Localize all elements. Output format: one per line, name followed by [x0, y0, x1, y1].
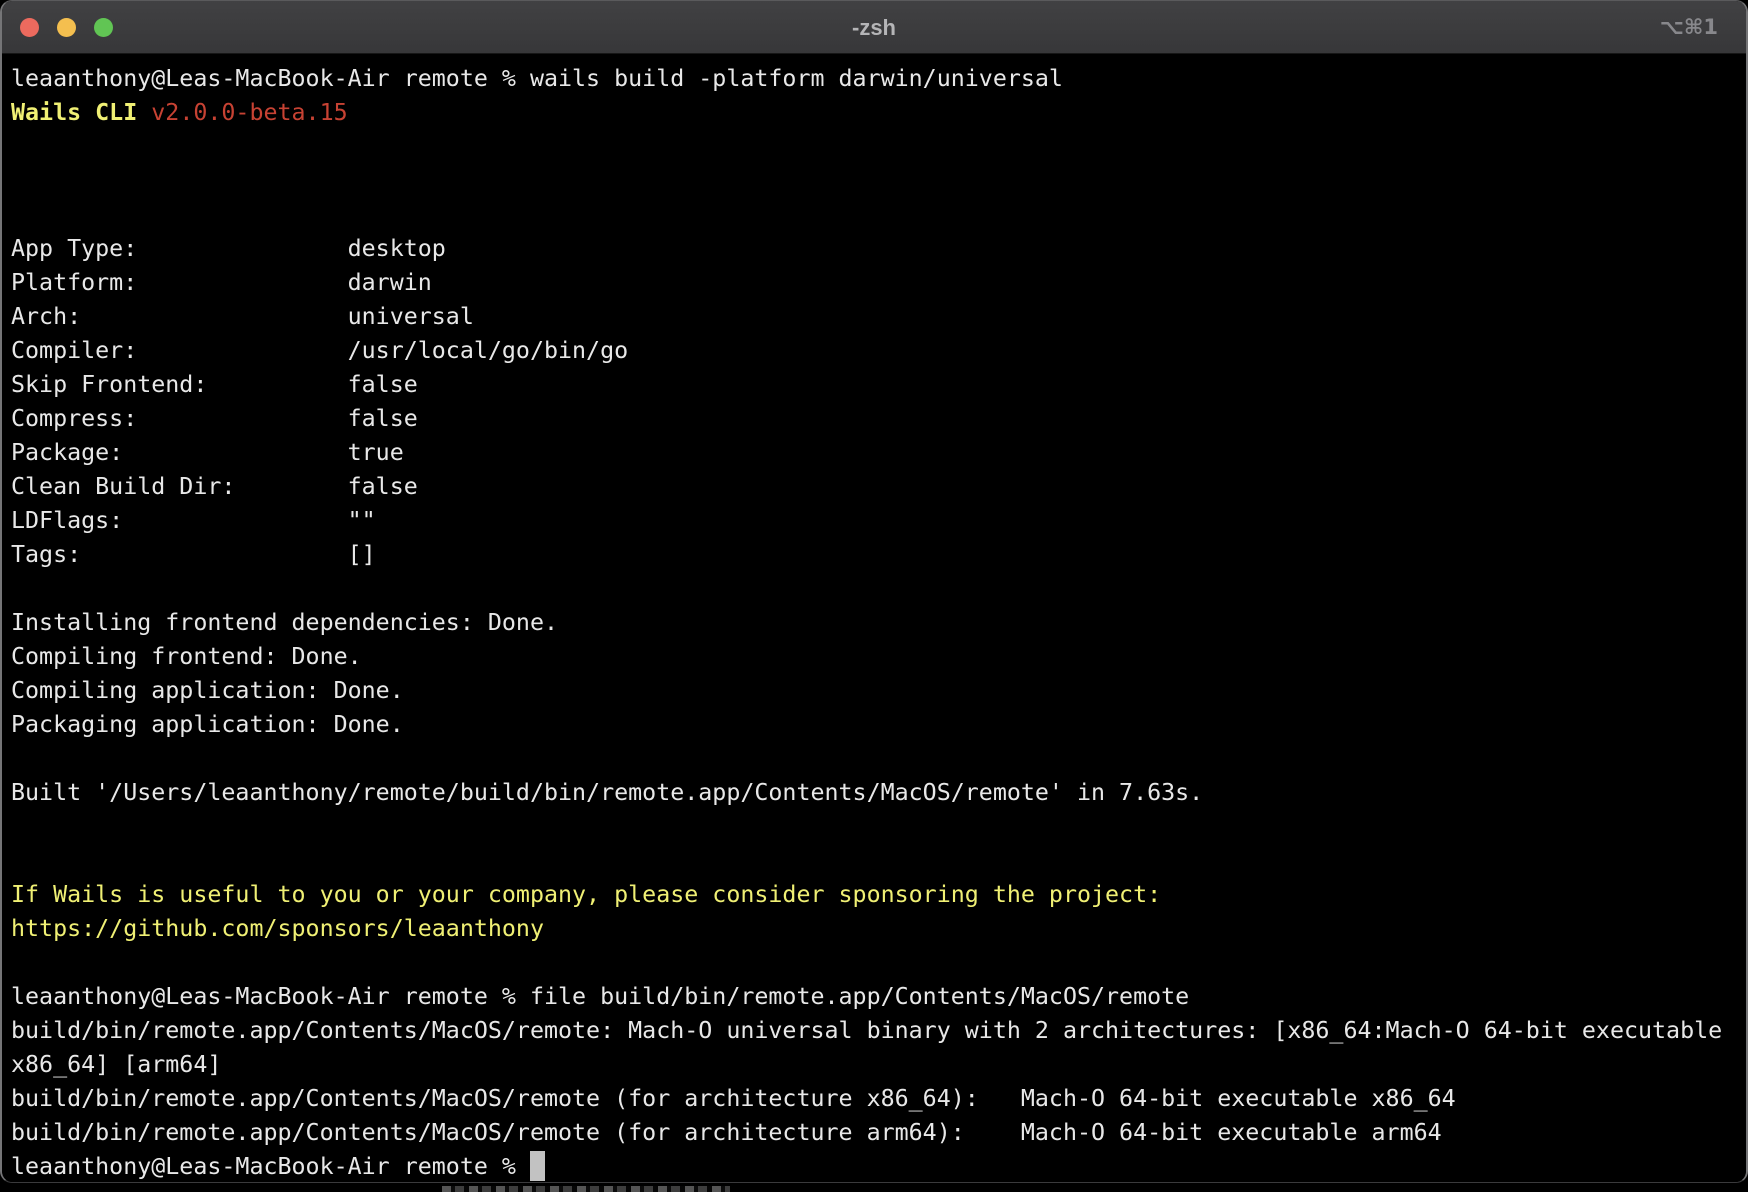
terminal-text-segment: Tags: []	[11, 541, 376, 568]
terminal-text-segment: Compiler: /usr/local/go/bin/go	[11, 337, 628, 364]
terminal-text-segment: App Type: desktop	[11, 235, 446, 262]
terminal-line	[11, 164, 1746, 198]
terminal-line	[11, 844, 1746, 878]
terminal-text-segment: Compiling application: Done.	[11, 677, 404, 704]
terminal-line	[11, 742, 1746, 776]
terminal-line: Compress: false	[11, 402, 1746, 436]
terminal-line: x86_64] [arm64]	[11, 1048, 1746, 1082]
terminal-line: Clean Build Dir: false	[11, 470, 1746, 504]
terminal-line: build/bin/remote.app/Contents/MacOS/remo…	[11, 1082, 1746, 1116]
terminal-line: Installing frontend dependencies: Done.	[11, 606, 1746, 640]
window-titlebar[interactable]: -zsh ⌥⌘1	[2, 1, 1746, 54]
terminal-cursor	[530, 1151, 545, 1181]
terminal-text-segment: leaanthony@Leas-MacBook-Air remote %	[11, 1153, 530, 1180]
window-title: -zsh	[2, 1, 1746, 54]
terminal-line: App Type: desktop	[11, 232, 1746, 266]
terminal-line: build/bin/remote.app/Contents/MacOS/remo…	[11, 1116, 1746, 1150]
tab-shortcut-indicator: ⌥⌘1	[1660, 1, 1718, 54]
terminal-line: Compiler: /usr/local/go/bin/go	[11, 334, 1746, 368]
terminal-text-segment: Wails CLI	[11, 99, 151, 126]
terminal-line: Platform: darwin	[11, 266, 1746, 300]
terminal-line	[11, 572, 1746, 606]
terminal-text-segment: If Wails is useful to you or your compan…	[11, 881, 1161, 908]
terminal-text-segment: Built '/Users/leaanthony/remote/build/bi…	[11, 779, 1203, 806]
terminal-text-segment: build/bin/remote.app/Contents/MacOS/remo…	[11, 1017, 1722, 1044]
terminal-line: Wails CLI v2.0.0-beta.15	[11, 96, 1746, 130]
terminal-line: Skip Frontend: false	[11, 368, 1746, 402]
terminal-line: Compiling frontend: Done.	[11, 640, 1746, 674]
terminal-text-segment: build/bin/remote.app/Contents/MacOS/remo…	[11, 1085, 1456, 1112]
terminal-line	[11, 810, 1746, 844]
terminal-line: leaanthony@Leas-MacBook-Air remote %	[11, 1150, 1746, 1183]
terminal-line: https://github.com/sponsors/leaanthony	[11, 912, 1746, 946]
terminal-text-segment: leaanthony@Leas-MacBook-Air remote % fil…	[11, 983, 1189, 1010]
terminal-line: Compiling application: Done.	[11, 674, 1746, 708]
terminal-text-segment: Platform: darwin	[11, 269, 432, 296]
terminal-line: LDFlags: ""	[11, 504, 1746, 538]
terminal-text-segment: Package: true	[11, 439, 404, 466]
terminal-text-segment: leaanthony@Leas-MacBook-Air remote % wai…	[11, 65, 1063, 92]
terminal-line: leaanthony@Leas-MacBook-Air remote % wai…	[11, 62, 1746, 96]
terminal-text-segment: Compress: false	[11, 405, 418, 432]
terminal-window: -zsh ⌥⌘1 leaanthony@Leas-MacBook-Air rem…	[0, 0, 1748, 1183]
terminal-line: Package: true	[11, 436, 1746, 470]
terminal-text-segment: Skip Frontend: false	[11, 371, 418, 398]
terminal-text-segment: LDFlags: ""	[11, 507, 376, 534]
terminal-text-segment: Compiling frontend: Done.	[11, 643, 362, 670]
terminal-line	[11, 130, 1746, 164]
terminal-text-segment: x86_64] [arm64]	[11, 1051, 221, 1078]
terminal-line	[11, 198, 1746, 232]
terminal-output[interactable]: leaanthony@Leas-MacBook-Air remote % wai…	[2, 54, 1746, 1183]
terminal-text-segment: https://github.com/sponsors/leaanthony	[11, 915, 544, 942]
terminal-line: Tags: []	[11, 538, 1746, 572]
terminal-line: build/bin/remote.app/Contents/MacOS/remo…	[11, 1014, 1746, 1048]
terminal-line	[11, 946, 1746, 980]
terminal-text-segment: Installing frontend dependencies: Done.	[11, 609, 558, 636]
terminal-text-segment: Arch: universal	[11, 303, 474, 330]
terminal-line: If Wails is useful to you or your compan…	[11, 878, 1746, 912]
terminal-line: leaanthony@Leas-MacBook-Air remote % fil…	[11, 980, 1746, 1014]
terminal-text-segment: Packaging application: Done.	[11, 711, 404, 738]
terminal-text-segment: v2.0.0-beta.15	[151, 99, 347, 126]
terminal-text-segment: Clean Build Dir: false	[11, 473, 418, 500]
terminal-line: Arch: universal	[11, 300, 1746, 334]
terminal-line: Packaging application: Done.	[11, 708, 1746, 742]
terminal-text-segment: build/bin/remote.app/Contents/MacOS/remo…	[11, 1119, 1442, 1146]
background-window-text-sliver	[442, 1186, 730, 1192]
terminal-line: Built '/Users/leaanthony/remote/build/bi…	[11, 776, 1746, 810]
